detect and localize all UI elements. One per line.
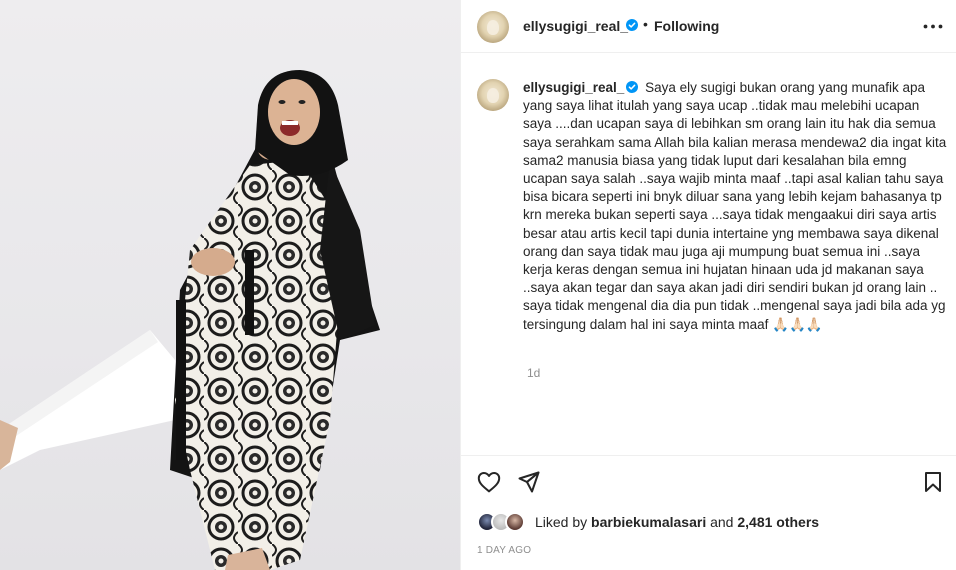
heart-icon[interactable] bbox=[477, 471, 501, 493]
caption-text: Saya ely sugigi bukan orang yang munafik… bbox=[523, 80, 947, 332]
caption: ellysugigi_real_ Saya ely sugigi bukan o… bbox=[523, 79, 949, 334]
paper-plane-icon[interactable] bbox=[518, 471, 540, 493]
liked-by-username[interactable]: barbiekumalasari bbox=[591, 514, 706, 530]
liker-avatar bbox=[505, 512, 525, 532]
post-photo[interactable] bbox=[0, 0, 460, 570]
more-horizontal-icon[interactable] bbox=[923, 24, 943, 29]
verified-badge-icon bbox=[626, 19, 638, 31]
liker-avatars[interactable] bbox=[477, 510, 537, 534]
caption-author-avatar[interactable] bbox=[477, 79, 509, 111]
comments-section: ellysugigi_real_ Saya ely sugigi bukan o… bbox=[461, 53, 956, 456]
action-bar bbox=[461, 456, 956, 506]
post-side-panel: ellysugigi_real_ • Following ellysugigi_… bbox=[460, 0, 956, 570]
following-button[interactable]: Following bbox=[654, 18, 719, 34]
liked-by-prefix: Liked by bbox=[535, 514, 588, 530]
likes-row: Liked by barbiekumalasari and 2,481 othe… bbox=[477, 510, 947, 534]
verified-badge-icon bbox=[626, 81, 639, 93]
post-header: ellysugigi_real_ • Following bbox=[461, 0, 956, 53]
likes-others-count[interactable]: 2,481 others bbox=[737, 514, 819, 530]
photo-illustration bbox=[0, 70, 380, 570]
author-username[interactable]: ellysugigi_real_ bbox=[523, 18, 628, 34]
liked-by-and: and bbox=[710, 514, 734, 530]
post-date[interactable]: 1 DAY AGO bbox=[477, 545, 531, 556]
likes-summary: Liked by barbiekumalasari and 2,481 othe… bbox=[535, 514, 819, 530]
caption-username[interactable]: ellysugigi_real_ bbox=[523, 80, 624, 95]
header-separator: • bbox=[643, 16, 648, 32]
author-avatar[interactable] bbox=[477, 11, 509, 43]
bookmark-icon[interactable] bbox=[923, 471, 943, 493]
caption-timestamp[interactable]: 1d bbox=[527, 366, 540, 380]
